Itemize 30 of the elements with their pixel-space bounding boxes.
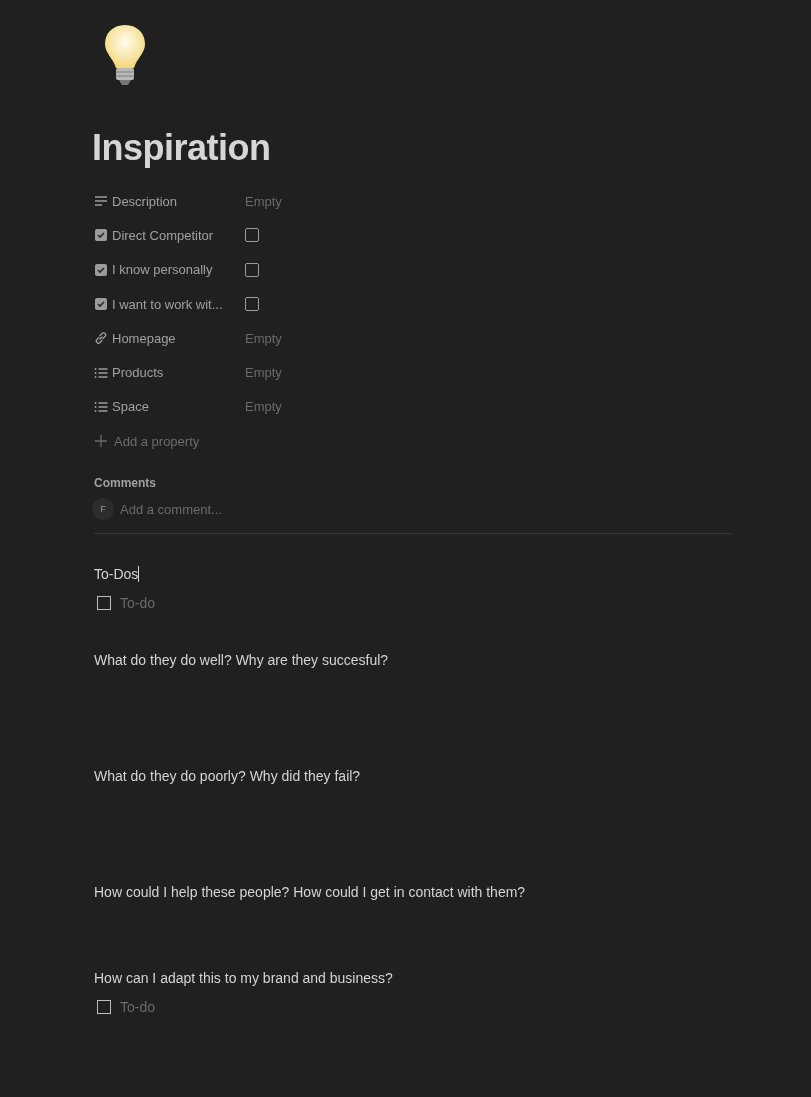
todo-checkbox[interactable] [97,1000,111,1015]
property-label[interactable]: Space [94,399,245,415]
checkbox-icon [94,297,108,312]
property-label[interactable]: I want to work wit... [94,296,245,312]
list-icon [94,399,108,414]
plus-icon [94,434,108,449]
property-label[interactable]: Homepage [94,330,245,346]
checkbox-icon [94,228,108,243]
todo-checkbox[interactable] [97,596,111,611]
checkbox[interactable] [245,262,259,277]
comment-field[interactable]: Add a comment... [120,501,420,517]
checkbox[interactable] [245,297,259,312]
list-icon [94,365,108,380]
text-block[interactable]: How can I adapt this to my brand and business? [94,970,393,987]
checkbox[interactable] [245,228,259,243]
text-block[interactable]: What do they do well? Why are they succesful? [94,652,389,669]
text-block[interactable]: How could I help these people? How could I get in contact with them? [94,884,526,901]
link-icon [94,331,108,346]
text-lines-icon [94,194,108,209]
property-label[interactable]: I know personally [94,262,245,278]
comments-heading: Comments [94,476,156,491]
text-block[interactable]: What do they do poorly? Why did they fail? [94,768,361,785]
text-block[interactable]: To-Dos [94,566,140,583]
property-label[interactable]: Direct Competitor [94,227,245,243]
property-label[interactable]: Products [94,365,245,381]
page-title: Inspiration [92,126,272,170]
checkbox-icon [94,262,108,277]
text-cursor [138,566,140,583]
property-label[interactable]: Description [94,193,245,209]
avatar: F [92,498,114,521]
